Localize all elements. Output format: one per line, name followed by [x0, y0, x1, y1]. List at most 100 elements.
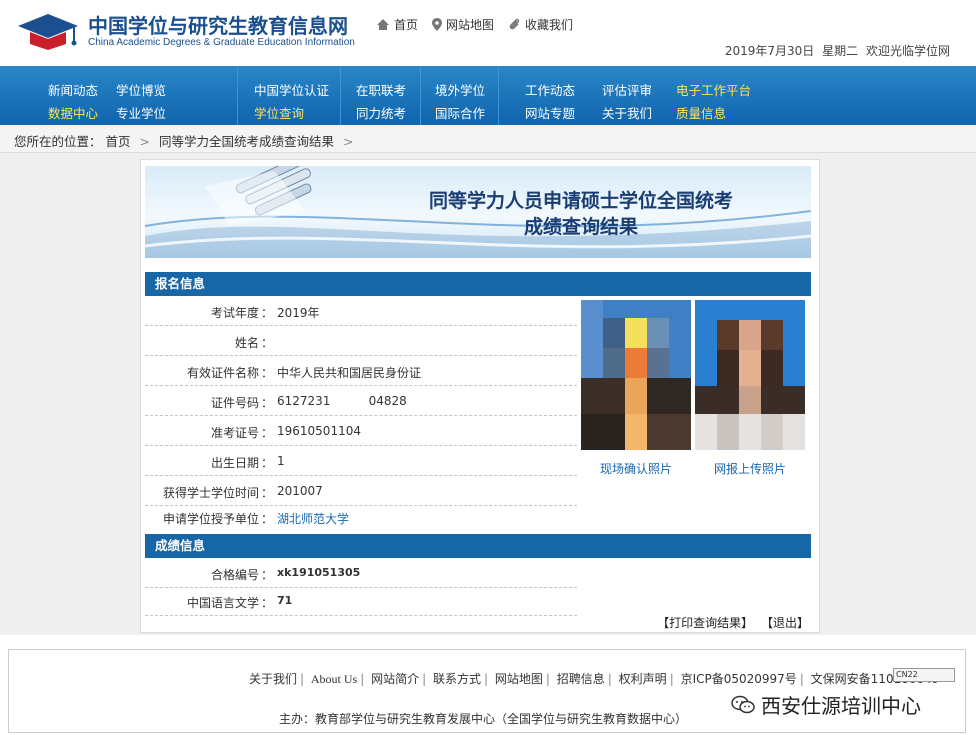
- breadcrumb-bar: 您所在的位置： 首页 > 同等学力全国统考成绩查询结果 >: [0, 125, 976, 153]
- top-links: 首页 网站地图 收藏我们: [376, 16, 573, 33]
- footer-divider: |: [607, 672, 612, 686]
- nav-item-degree-certification[interactable]: 中国学位认证: [254, 80, 329, 99]
- site-header: 中国学位与研究生教育信息网 China Academic Degrees & G…: [0, 0, 976, 66]
- score-row-chinese-literature: 中国语言文学 ： 71: [145, 586, 577, 616]
- footer-link-about-en[interactable]: About Us: [311, 672, 357, 686]
- nav-item-professional-degree[interactable]: 专业学位: [116, 103, 166, 122]
- result-banner: 同等学力人员申请硕士学位全国统考 成绩查询结果: [145, 166, 811, 258]
- nav-item-about[interactable]: 关于我们: [602, 103, 652, 122]
- nav-item-degree-query[interactable]: 学位查询: [254, 103, 304, 122]
- nav-item-evaluation[interactable]: 评估评审: [602, 80, 652, 99]
- registration-section-header: 报名信息: [145, 272, 811, 296]
- onsite-photo-caption: 现场确认照片: [599, 462, 672, 476]
- sitemap-link[interactable]: 网站地图: [432, 16, 494, 33]
- nav-item-equivalent-exam[interactable]: 同力统考: [356, 103, 406, 122]
- banner-title-line1: 同等学力人员申请硕士学位全国统考: [428, 190, 733, 212]
- site-footer: 关于我们 | About Us | 网站简介 | 联系方式 | 网站地图 | 招聘信息 | …: [0, 635, 976, 735]
- date-welcome: 2019年7月30日 星期二 欢迎光临学位网: [725, 42, 950, 59]
- nav-item-joint-exam[interactable]: 在职联考: [356, 80, 406, 99]
- footer-link-jobs[interactable]: 招聘信息: [557, 672, 605, 686]
- row-colon: ：: [261, 512, 274, 526]
- row-colon: ：: [261, 336, 274, 350]
- row-colon: ：: [261, 366, 274, 380]
- online-photo-caption: 网报上传照片: [713, 462, 786, 476]
- exit-button[interactable]: 【退出】: [761, 616, 809, 630]
- print-result-button[interactable]: 【打印查询结果】: [657, 616, 753, 630]
- row-label: 有效证件名称: [186, 366, 259, 380]
- row-value: 中华人民共和国居民身份证: [277, 366, 422, 380]
- footer-link-sitemap[interactable]: 网站地图: [495, 672, 543, 686]
- footer-divider: |: [669, 672, 674, 686]
- footer-divider: |: [422, 672, 427, 686]
- row-colon: ：: [261, 396, 274, 410]
- home-icon: [377, 19, 389, 30]
- site-title-en: China Academic Degrees & Graduate Educat…: [88, 37, 355, 48]
- footer-icp[interactable]: 京ICP备05020997号: [681, 672, 797, 686]
- row-colon: ：: [261, 426, 274, 440]
- wechat-watermark: 西安仕源培训中心: [731, 690, 921, 719]
- nav-item-data-center[interactable]: 数据中心: [48, 103, 98, 122]
- footer-link-about[interactable]: 关于我们: [249, 672, 297, 686]
- row-value: xk191051305: [277, 566, 361, 579]
- graduation-cap-logo-icon[interactable]: [14, 8, 80, 54]
- row-colon: ：: [261, 306, 274, 320]
- row-label: 姓名: [234, 336, 259, 350]
- footer-divider: |: [799, 672, 804, 686]
- cnzz-badge[interactable]: CN22: [893, 668, 955, 682]
- banner-title: 同等学力人员申请硕士学位全国统考 成绩查询结果: [361, 188, 801, 240]
- row-colon: ：: [261, 596, 274, 610]
- home-link-label[interactable]: 首页: [394, 16, 418, 33]
- result-panel: 同等学力人员申请硕士学位全国统考 成绩查询结果 报名信息 考试年度 ： 2019…: [140, 159, 820, 633]
- row-colon: ：: [261, 456, 274, 470]
- location-pin-icon: [432, 18, 443, 31]
- row-label: 出生日期: [210, 456, 259, 470]
- breadcrumb-separator-icon: >: [342, 134, 354, 149]
- result-actions: 【打印查询结果】 【退出】: [653, 614, 809, 631]
- nav-group-2: 中国学位认证 学位查询: [237, 66, 340, 125]
- nav-item-overseas-degree[interactable]: 境外学位: [435, 80, 485, 99]
- nav-item-quality-info[interactable]: 质量信息: [676, 103, 726, 122]
- nav-item-topics[interactable]: 网站专题: [525, 103, 575, 122]
- footer-divider: |: [484, 672, 489, 686]
- footer-link-contact[interactable]: 联系方式: [433, 672, 481, 686]
- row-value: 6127231 04828: [277, 394, 407, 408]
- footer-divider: |: [300, 672, 305, 686]
- breadcrumb-home[interactable]: 首页: [106, 134, 131, 149]
- row-label: 获得学士学位时间: [162, 486, 259, 500]
- row-value-link[interactable]: 湖北师范大学: [277, 510, 349, 527]
- breadcrumb: 您所在的位置： 首页 > 同等学力全国统考成绩查询结果 >: [14, 131, 358, 150]
- breadcrumb-separator-icon: >: [139, 134, 150, 149]
- nav-item-international[interactable]: 国际合作: [435, 103, 485, 122]
- nav-group-5: 工作动态 评估评审 电子工作平台 网站专题 关于我们 质量信息: [498, 66, 976, 125]
- info-row-id-type: 有效证件名称 ： 中华人民共和国居民身份证: [145, 356, 577, 386]
- row-value: 1: [277, 454, 285, 468]
- footer-link-rights[interactable]: 权利声明: [619, 672, 667, 686]
- score-row-certificate-number: 合格编号 ： xk191051305: [145, 558, 577, 588]
- nav-group-4: 境外学位 国际合作: [420, 66, 498, 125]
- row-value: 201007: [277, 484, 323, 498]
- info-row-degree-unit: 申请学位授予单位 ： 湖北师范大学: [145, 502, 577, 532]
- nav-item-work-updates[interactable]: 工作动态: [525, 80, 575, 99]
- nav-item-degree-expo[interactable]: 学位博览: [116, 80, 166, 99]
- wechat-icon: [731, 695, 755, 713]
- sitemap-link-label[interactable]: 网站地图: [446, 16, 494, 33]
- footer-divider: |: [360, 672, 365, 686]
- row-label: 证件号码: [210, 396, 259, 410]
- bookmark-link[interactable]: 收藏我们: [508, 16, 573, 33]
- banner-title-line2: 成绩查询结果: [523, 216, 638, 238]
- footer-link-intro[interactable]: 网站简介: [371, 672, 419, 686]
- score-section-header: 成绩信息: [145, 534, 811, 558]
- home-link[interactable]: 首页: [376, 16, 418, 33]
- info-row-name: 姓名 ：: [145, 326, 577, 356]
- nav-item-news[interactable]: 新闻动态: [48, 80, 98, 99]
- nav-item-e-platform[interactable]: 电子工作平台: [676, 80, 751, 99]
- current-date: 2019年7月30日: [724, 44, 815, 58]
- nav-group-3: 在职联考 同力统考: [340, 66, 420, 125]
- online-photo: [695, 300, 805, 450]
- site-title-cn[interactable]: 中国学位与研究生教育信息网: [88, 10, 348, 39]
- footer-divider: |: [545, 672, 550, 686]
- bookmark-link-label[interactable]: 收藏我们: [525, 16, 573, 33]
- info-row-exam-year: 考试年度 ： 2019年: [145, 296, 577, 326]
- row-label: 申请学位授予单位: [162, 512, 259, 526]
- row-value: 19610501104: [277, 424, 361, 438]
